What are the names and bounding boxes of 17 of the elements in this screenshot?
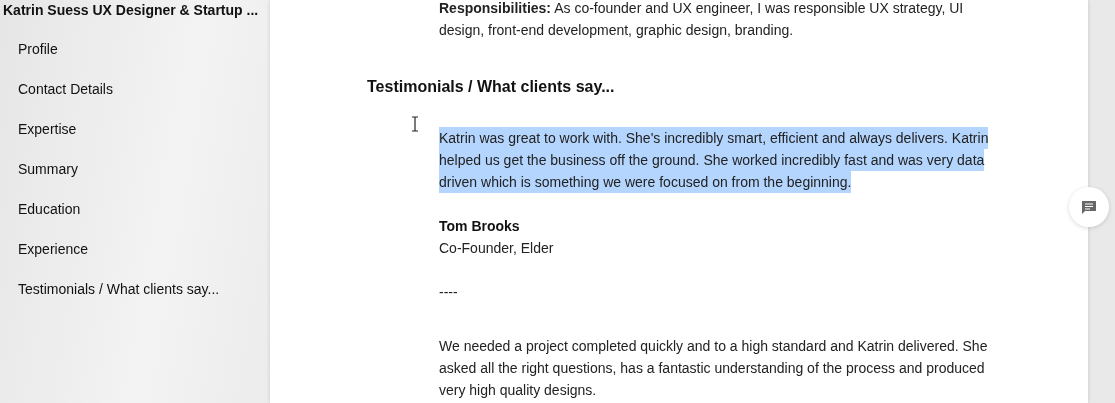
- outline-item[interactable]: Testimonials / What clients say...: [0, 281, 270, 298]
- paragraph: Responsibilities: As co-founder and UX engineer, I was responsible UX strategy, UI design, front-end development, graphic design, branding.: [439, 0, 965, 40]
- add-comment-button[interactable]: [1069, 187, 1109, 227]
- separator-text: ----: [439, 283, 459, 302]
- outline-item[interactable]: Education: [0, 201, 270, 218]
- outline-item[interactable]: Contact Details: [0, 81, 270, 98]
- document-title: Katrin Suess UX Designer & Startup ...: [2, 1, 260, 19]
- outline-item[interactable]: Summary: [0, 161, 270, 178]
- author-name: Tom Brooks: [439, 217, 521, 236]
- quote-paragraph: We needed a project completed quickly and to a high standard and Katrin delivered. She asked all the right questions, has a fantastic understanding of the process and produced very high quality designs.: [439, 337, 989, 400]
- section-heading: Testimonials / What clients say...: [367, 77, 616, 97]
- outline-item[interactable]: Expertise: [0, 121, 270, 138]
- comment-icon: [1082, 200, 1096, 214]
- author-role: Co-Founder, Elder: [439, 239, 555, 258]
- outline-item[interactable]: Profile: [0, 41, 270, 58]
- outline-item[interactable]: Experience: [0, 241, 270, 258]
- text-cursor-icon: [411, 116, 419, 132]
